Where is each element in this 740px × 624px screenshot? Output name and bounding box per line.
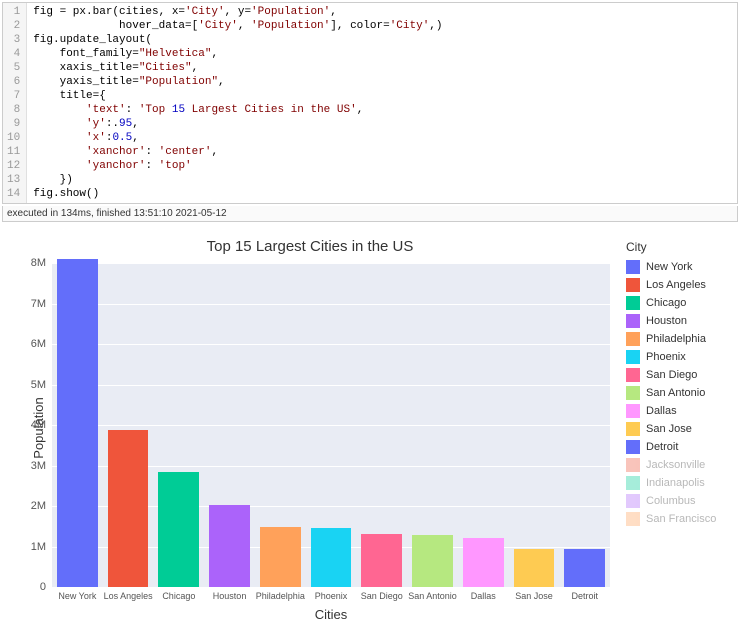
legend-item[interactable]: New York <box>626 260 734 274</box>
legend-label: Indianapolis <box>646 477 705 489</box>
bar[interactable] <box>108 430 149 587</box>
legend-item[interactable]: Phoenix <box>626 350 734 364</box>
x-tick: Los Angeles <box>103 587 154 601</box>
chart-title: Top 15 Largest Cities in the US <box>2 238 618 255</box>
legend-title: City <box>626 240 734 254</box>
legend-item[interactable]: Indianapolis <box>626 476 734 490</box>
bar[interactable] <box>158 472 199 587</box>
y-tick: 2M <box>31 500 46 512</box>
legend-swatch <box>626 476 640 490</box>
bar[interactable] <box>57 259 98 587</box>
legend-item[interactable]: Columbus <box>626 494 734 508</box>
bar[interactable] <box>361 534 402 587</box>
legend-label: Philadelphia <box>646 333 706 345</box>
legend-swatch <box>626 278 640 292</box>
legend-label: San Francisco <box>646 513 716 525</box>
y-tick: 3M <box>31 460 46 472</box>
legend-item[interactable]: Chicago <box>626 296 734 310</box>
bar[interactable] <box>311 528 352 587</box>
legend-swatch <box>626 494 640 508</box>
legend-item[interactable]: Jacksonville <box>626 458 734 472</box>
x-tick: New York <box>52 587 103 601</box>
x-tick: San Jose <box>509 587 560 601</box>
legend-item[interactable]: San Diego <box>626 368 734 382</box>
chart-output: Top 15 Largest Cities in the US Populati… <box>0 228 740 624</box>
legend-label: Detroit <box>646 441 678 453</box>
legend: City New York Los Angeles Chicago Houston Ph… <box>618 234 738 622</box>
y-tick: 8M <box>31 257 46 269</box>
bar[interactable] <box>260 527 301 587</box>
x-ticks: New YorkLos AngelesChicagoHoustonPhilade… <box>52 587 610 601</box>
legend-label: San Antonio <box>646 387 705 399</box>
legend-item[interactable]: Detroit <box>626 440 734 454</box>
y-tick: 4M <box>31 419 46 431</box>
bar[interactable] <box>412 535 453 587</box>
legend-swatch <box>626 440 640 454</box>
x-tick: Philadelphia <box>255 587 306 601</box>
bar[interactable] <box>564 549 605 587</box>
legend-item[interactable]: Philadelphia <box>626 332 734 346</box>
legend-label: New York <box>646 261 692 273</box>
code-cell[interactable]: 1234567891011121314 fig = px.bar(cities,… <box>2 2 738 204</box>
legend-swatch <box>626 260 640 274</box>
legend-item[interactable]: San Jose <box>626 422 734 436</box>
x-tick: Detroit <box>559 587 610 601</box>
legend-label: Chicago <box>646 297 686 309</box>
x-tick: Chicago <box>153 587 204 601</box>
legend-swatch <box>626 368 640 382</box>
legend-label: Houston <box>646 315 687 327</box>
y-tick: 7M <box>31 298 46 310</box>
legend-swatch <box>626 458 640 472</box>
legend-swatch <box>626 404 640 418</box>
y-tick: 6M <box>31 338 46 350</box>
x-tick: Houston <box>204 587 255 601</box>
legend-swatch <box>626 296 640 310</box>
legend-label: Dallas <box>646 405 677 417</box>
legend-swatch <box>626 350 640 364</box>
exec-info: executed in 134ms, finished 13:51:10 202… <box>2 206 738 222</box>
y-tick: 0 <box>40 581 46 593</box>
code-content[interactable]: fig = px.bar(cities, x='City', y='Popula… <box>27 3 737 203</box>
legend-item[interactable]: Los Angeles <box>626 278 734 292</box>
bar[interactable] <box>514 549 555 587</box>
legend-swatch <box>626 422 640 436</box>
x-tick: San Antonio <box>407 587 458 601</box>
legend-item[interactable]: San Antonio <box>626 386 734 400</box>
y-tick: 5M <box>31 379 46 391</box>
legend-label: San Diego <box>646 369 697 381</box>
legend-label: Los Angeles <box>646 279 706 291</box>
code-gutter: 1234567891011121314 <box>3 3 27 203</box>
legend-label: Jacksonville <box>646 459 705 471</box>
chart-main: Top 15 Largest Cities in the US Populati… <box>2 234 618 622</box>
legend-item[interactable]: Houston <box>626 314 734 328</box>
plot-area[interactable]: 01M2M3M4M5M6M7M8M <box>52 263 610 587</box>
y-tick: 1M <box>31 541 46 553</box>
legend-swatch <box>626 314 640 328</box>
legend-item[interactable]: San Francisco <box>626 512 734 526</box>
x-axis-label: Cities <box>52 607 610 622</box>
legend-swatch <box>626 332 640 346</box>
bars-container <box>52 263 610 587</box>
legend-label: Columbus <box>646 495 696 507</box>
legend-swatch <box>626 512 640 526</box>
x-tick: San Diego <box>356 587 407 601</box>
bar[interactable] <box>209 505 250 587</box>
legend-swatch <box>626 386 640 400</box>
legend-item[interactable]: Dallas <box>626 404 734 418</box>
legend-label: Phoenix <box>646 351 686 363</box>
legend-label: San Jose <box>646 423 692 435</box>
bar[interactable] <box>463 538 504 587</box>
x-tick: Dallas <box>458 587 509 601</box>
x-tick: Phoenix <box>306 587 357 601</box>
